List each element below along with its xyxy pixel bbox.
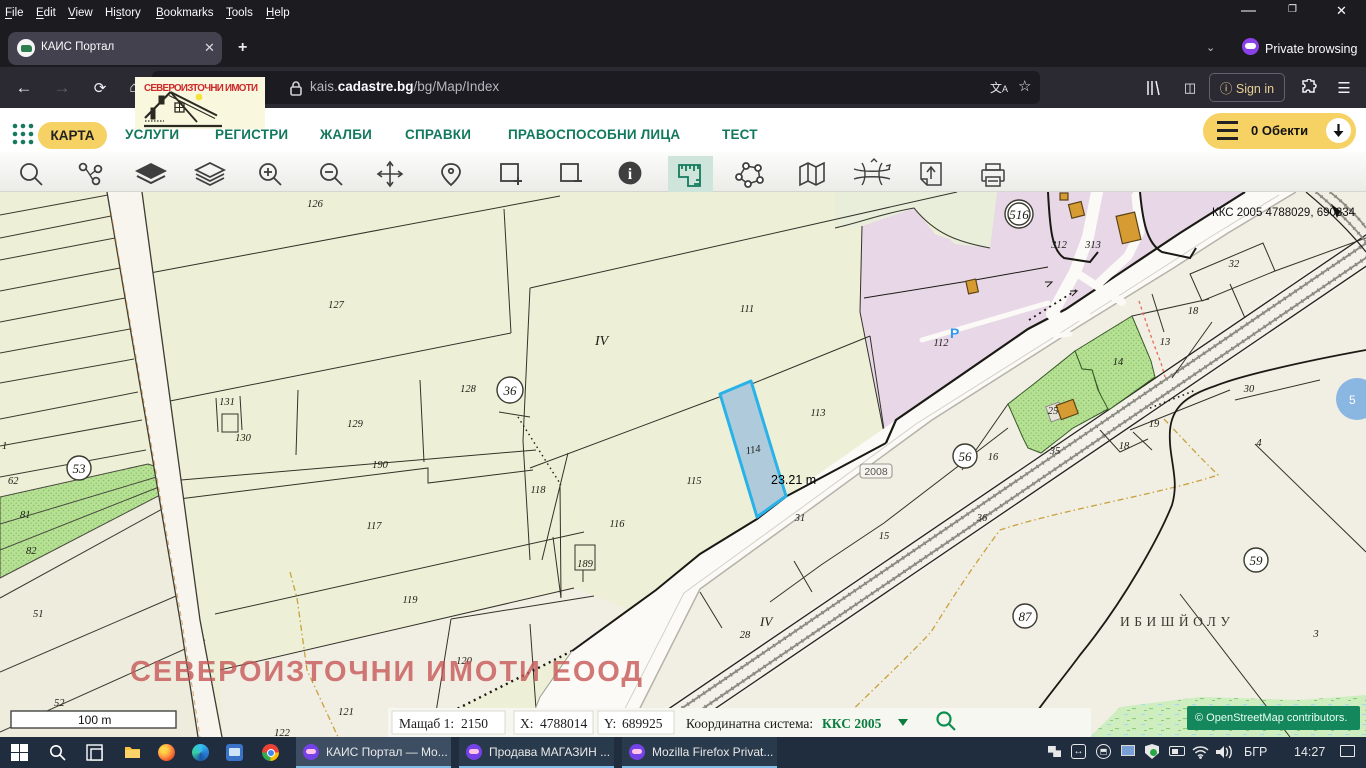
- svg-text:313: 313: [1084, 240, 1101, 251]
- svg-text:82: 82: [26, 546, 37, 557]
- svg-text:23.21 m: 23.21 m: [771, 473, 816, 487]
- svg-text:122: 122: [274, 728, 291, 737]
- svg-text:130: 130: [235, 433, 252, 444]
- svg-text:131: 131: [219, 397, 235, 408]
- svg-text:P: P: [950, 325, 959, 341]
- svg-text:81: 81: [20, 510, 31, 521]
- svg-text:5: 5: [1349, 393, 1356, 407]
- svg-text:Y:: Y:: [604, 716, 616, 731]
- svg-text:18: 18: [1188, 306, 1199, 317]
- svg-text:115: 115: [687, 476, 702, 487]
- svg-text:2150: 2150: [461, 716, 488, 731]
- svg-text:56: 56: [959, 449, 973, 464]
- svg-text:3: 3: [1312, 629, 1318, 640]
- svg-text:190: 190: [372, 460, 389, 471]
- svg-text:Мащаб 1:: Мащаб 1:: [399, 716, 454, 731]
- svg-text:IV: IV: [759, 614, 774, 629]
- svg-text:1: 1: [2, 441, 7, 452]
- svg-text:Координатна система:: Координатна система:: [686, 716, 813, 731]
- svg-text:87: 87: [1019, 609, 1033, 624]
- svg-text:112: 112: [934, 338, 950, 349]
- svg-text:516: 516: [1009, 207, 1029, 222]
- svg-text:32: 32: [1228, 259, 1240, 270]
- svg-text:ККС 2005: ККС 2005: [822, 716, 882, 731]
- svg-text:118: 118: [531, 485, 547, 496]
- svg-text:111: 111: [740, 304, 754, 315]
- svg-text:126: 126: [307, 199, 324, 210]
- svg-text:119: 119: [403, 595, 419, 606]
- svg-text:51: 51: [33, 609, 44, 620]
- svg-text:19: 19: [1149, 419, 1160, 430]
- svg-text:53: 53: [73, 461, 87, 476]
- svg-text:15: 15: [879, 531, 890, 542]
- svg-text:IV: IV: [594, 334, 610, 349]
- svg-text:i: i: [628, 166, 633, 183]
- svg-text:35: 35: [1049, 446, 1061, 457]
- svg-text:31: 31: [794, 513, 806, 524]
- svg-text:14: 14: [1113, 357, 1124, 368]
- svg-text:18: 18: [1119, 441, 1130, 452]
- svg-text:129: 129: [347, 419, 364, 430]
- svg-text:25: 25: [1048, 406, 1059, 417]
- svg-text:62: 62: [8, 476, 19, 487]
- svg-text:36: 36: [503, 383, 518, 398]
- svg-text:52: 52: [54, 698, 65, 709]
- svg-text:121: 121: [338, 707, 354, 718]
- svg-text:16: 16: [988, 452, 999, 463]
- svg-text:© OpenStreetMap contributor: © OpenStreetMap contributors.: [1195, 712, 1347, 724]
- svg-text:113: 113: [811, 408, 826, 419]
- svg-text:СЕВЕРОИЗТОЧНИ ИМОТИ ЕООД: СЕВЕРОИЗТОЧНИ ИМОТИ ЕООД: [130, 656, 642, 688]
- svg-text:100 m: 100 m: [78, 713, 111, 727]
- svg-text:312: 312: [1050, 240, 1068, 251]
- svg-text:128: 128: [460, 384, 477, 395]
- svg-text:13: 13: [1160, 337, 1171, 348]
- svg-text:X:: X:: [520, 716, 534, 731]
- svg-text:4: 4: [1256, 438, 1262, 449]
- svg-text:4788014: 4788014: [540, 716, 588, 731]
- svg-text:117: 117: [367, 521, 383, 532]
- svg-text:116: 116: [610, 519, 626, 530]
- svg-text:189: 189: [577, 559, 594, 570]
- svg-text:59: 59: [1250, 553, 1264, 568]
- svg-text:28: 28: [740, 630, 751, 641]
- svg-text:СЕВЕРОИЗТОЧНИ ИМОТИ: СЕВЕРОИЗТОЧНИ ИМОТИ: [144, 83, 258, 94]
- svg-text:ИБИШЙОЛУ: ИБИШЙОЛУ: [1120, 614, 1234, 629]
- svg-text:30: 30: [1243, 384, 1255, 395]
- svg-text:36: 36: [976, 513, 988, 524]
- svg-text:127: 127: [328, 300, 345, 311]
- svg-text:2008: 2008: [864, 466, 888, 478]
- svg-text:689925: 689925: [622, 716, 663, 731]
